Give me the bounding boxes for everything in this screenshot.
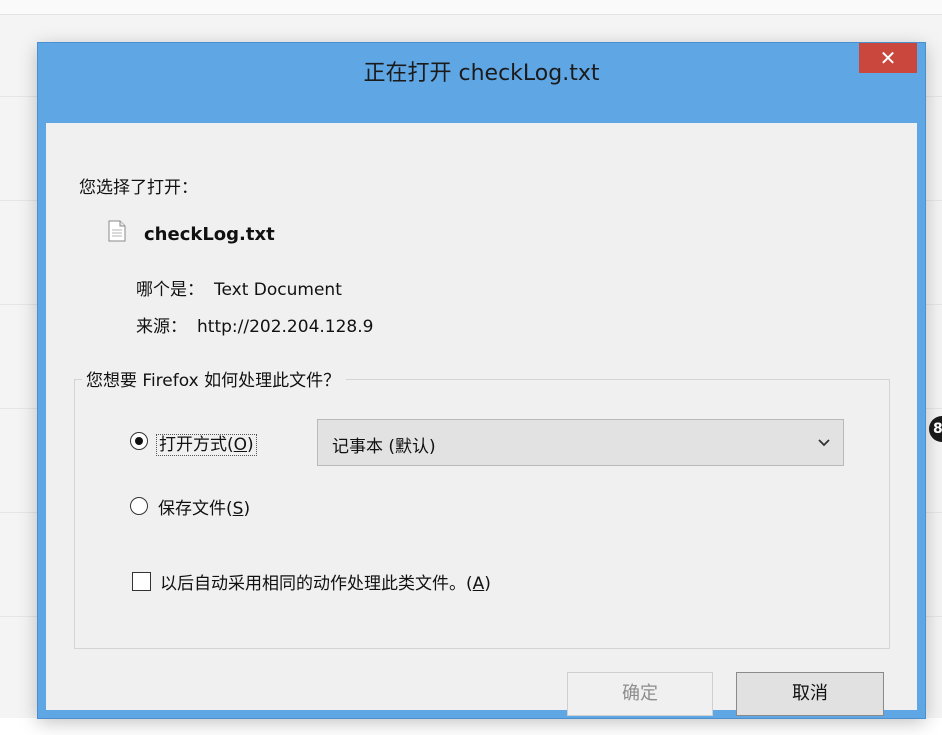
remember-checkbox[interactable]: [132, 572, 151, 591]
background-header: [0, 0, 942, 15]
close-button[interactable]: ✕: [859, 43, 917, 73]
open-with-app-value: 记事本 (默认): [332, 437, 436, 457]
file-type-label: 哪个是：: [136, 280, 204, 300]
radio-selected-dot: [135, 437, 143, 445]
background-badge-icon: 8: [929, 416, 942, 442]
remember-accel: A: [472, 574, 485, 594]
file-name: checkLog.txt: [144, 224, 275, 245]
open-file-dialog: 正在打开 checkLog.txt ✕ 您选择了打开： checkLog.txt…: [38, 43, 925, 718]
dialog-title: 正在打开 checkLog.txt: [363, 61, 600, 86]
save-file-radio[interactable]: [130, 497, 148, 515]
file-type-row: 哪个是： Text Document: [136, 275, 342, 300]
open-with-text: 打开方式(: [159, 435, 234, 455]
file-icon: [108, 220, 126, 242]
open-with-accel: O: [233, 435, 248, 455]
file-type-value: Text Document: [214, 280, 342, 300]
ok-button[interactable]: 确定: [567, 672, 713, 716]
cancel-button[interactable]: 取消: [736, 672, 884, 716]
open-with-app-select[interactable]: 记事本 (默认): [317, 419, 844, 466]
file-source-label: 来源：: [136, 317, 187, 337]
remember-label[interactable]: 以后自动采用相同的动作处理此类文件。(A): [160, 569, 491, 594]
save-file-accel: S: [232, 499, 244, 519]
dialog-body: 您选择了打开： checkLog.txt 哪个是： Text Document 来…: [46, 123, 917, 716]
close-icon: ✕: [879, 46, 897, 70]
open-with-focus: 打开方式(O): [156, 434, 257, 456]
remember-suffix: ): [484, 574, 491, 594]
file-source-value: http://202.204.128.9: [197, 317, 374, 337]
file-source-row: 来源： http://202.204.128.9: [136, 312, 373, 337]
remember-text: 以后自动采用相同的动作处理此类文件。(: [160, 574, 473, 594]
open-with-radio[interactable]: [130, 432, 148, 450]
save-file-text: 保存文件(: [158, 499, 233, 519]
chevron-down-icon: [818, 439, 830, 447]
save-file-label[interactable]: 保存文件(S): [158, 494, 250, 519]
open-with-suffix: ): [247, 435, 254, 455]
background-content: [0, 718, 942, 735]
open-with-label[interactable]: 打开方式(O): [156, 430, 257, 456]
action-question: 您想要 Firefox 如何处理此文件？: [82, 366, 347, 391]
prompt-text: 您选择了打开：: [79, 178, 198, 198]
save-file-suffix: ): [243, 499, 251, 519]
